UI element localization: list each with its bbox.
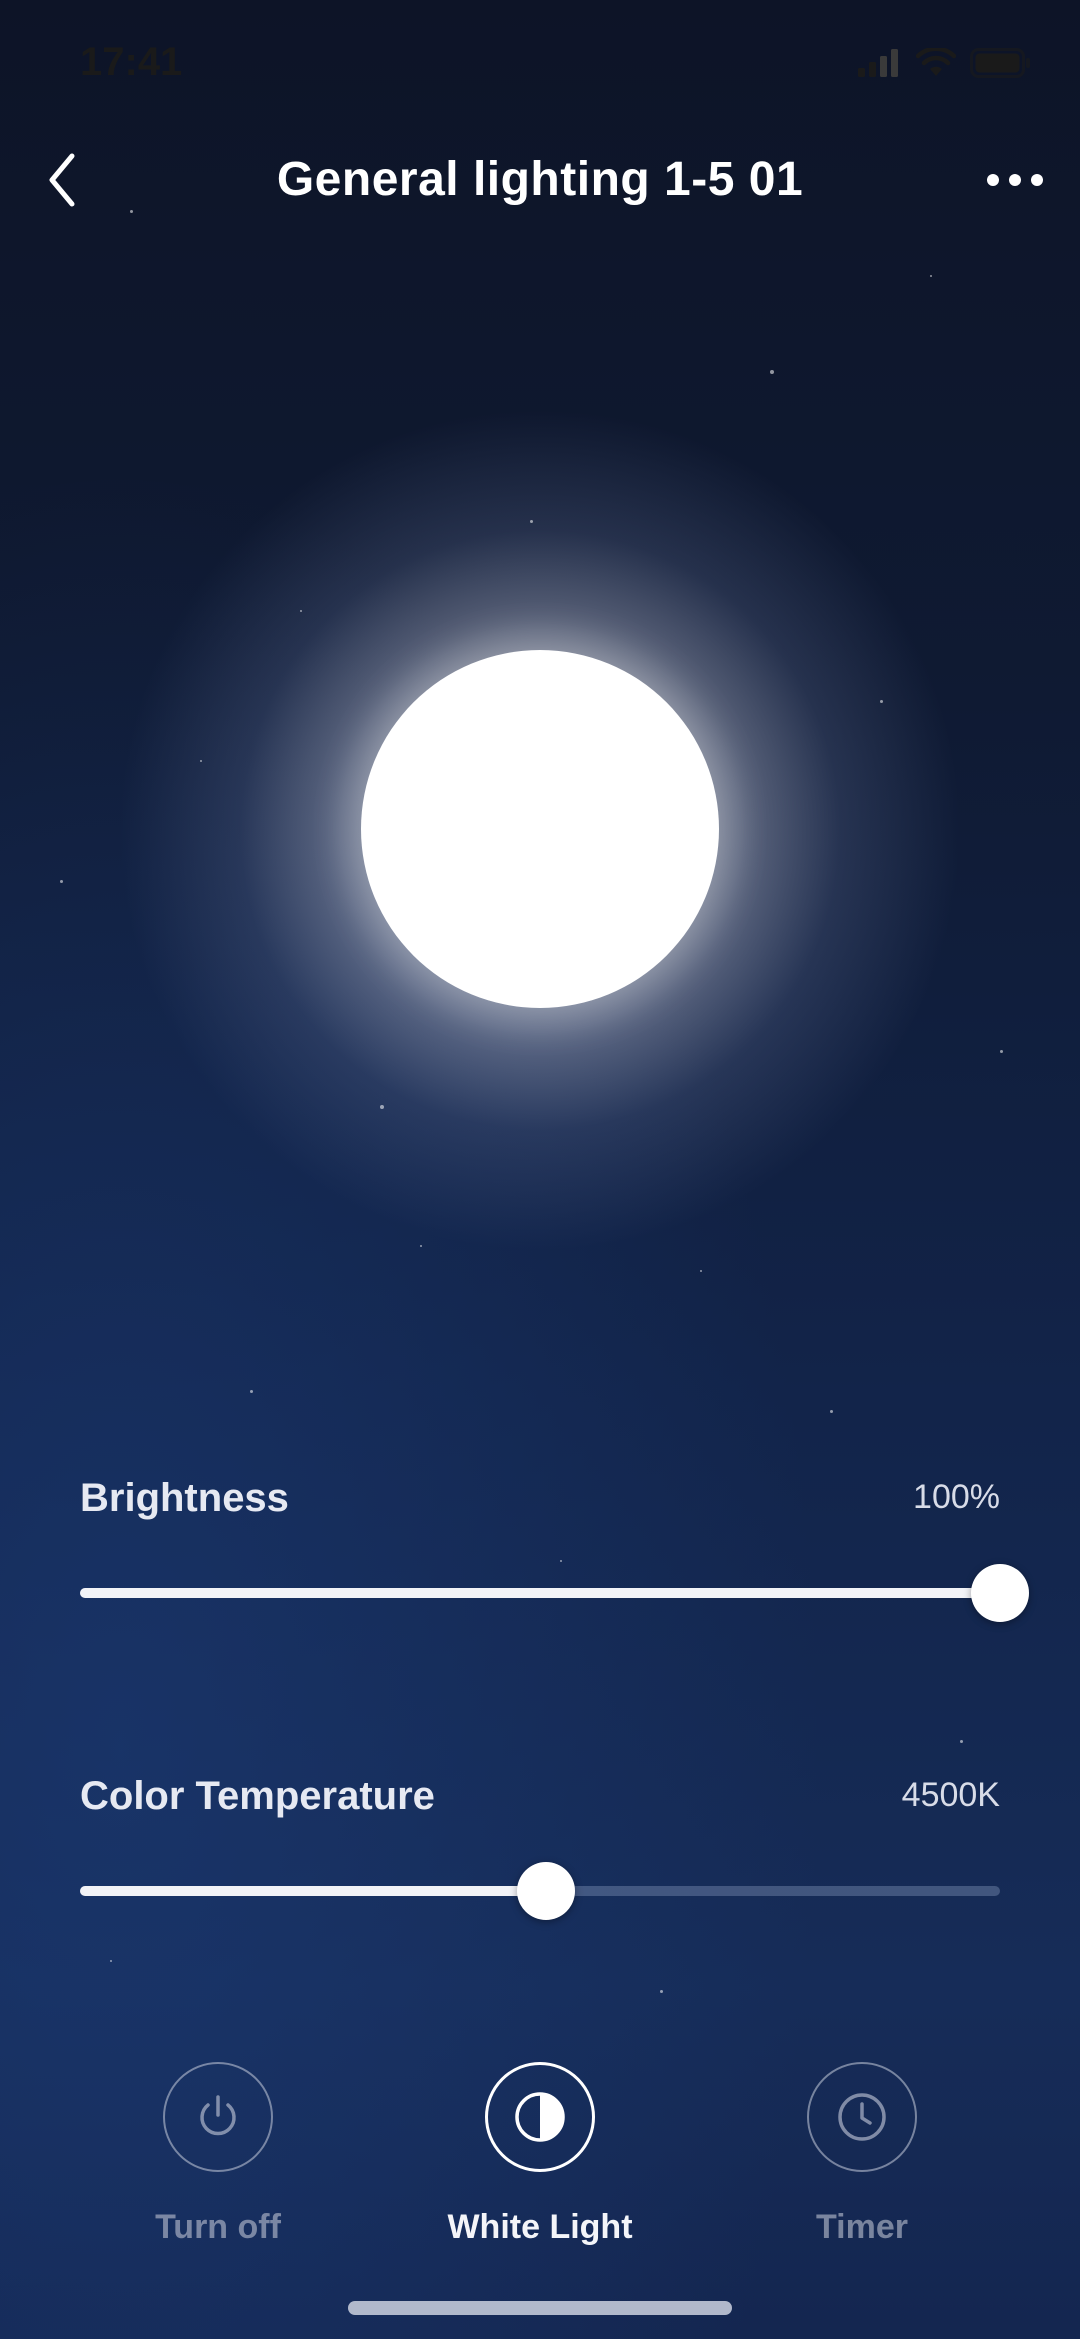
color-temperature-slider-fill xyxy=(80,1886,546,1896)
wifi-icon xyxy=(916,48,956,76)
home-indicator xyxy=(348,2301,732,2315)
timer-button[interactable]: Timer xyxy=(752,2062,972,2247)
status-bar: 17:41 xyxy=(0,0,1080,130)
navigation-header: General lighting 1-5 01 xyxy=(0,130,1080,230)
white-light-circle xyxy=(485,2062,595,2172)
brightness-label: Brightness xyxy=(80,1476,289,1520)
color-temperature-label: Color Temperature xyxy=(80,1774,435,1818)
color-temperature-slider-thumb[interactable] xyxy=(516,1862,575,1920)
clock-icon xyxy=(838,2093,886,2141)
brightness-value: 100% xyxy=(913,1478,1000,1516)
turn-off-label: Turn off xyxy=(155,2208,281,2246)
light-preview-orb xyxy=(361,650,719,1008)
white-light-button[interactable]: White Light xyxy=(430,2062,650,2247)
bottom-action-bar: Turn off White Light Timer xyxy=(0,2062,1080,2262)
half-circle-icon xyxy=(515,2092,565,2142)
brightness-slider-thumb[interactable] xyxy=(971,1564,1029,1622)
more-options-button[interactable] xyxy=(980,148,1050,212)
color-temperature-slider-track[interactable] xyxy=(80,1862,1000,1920)
status-time: 17:41 xyxy=(80,40,183,84)
cellular-signal-icon xyxy=(858,49,898,77)
status-icons xyxy=(858,48,1032,78)
more-dots-icon xyxy=(987,174,999,186)
white-light-label: White Light xyxy=(447,2208,633,2246)
brightness-slider-track[interactable] xyxy=(80,1564,1029,1622)
power-icon xyxy=(200,2095,236,2136)
turn-off-button[interactable]: Turn off xyxy=(108,2062,328,2247)
timer-circle xyxy=(807,2062,917,2172)
turn-off-circle xyxy=(163,2062,273,2172)
timer-label: Timer xyxy=(816,2208,908,2246)
brightness-slider-fill xyxy=(80,1588,1000,1598)
color-temperature-value: 4500K xyxy=(901,1776,1000,1814)
battery-icon xyxy=(970,48,1030,78)
page-title: General lighting 1-5 01 xyxy=(276,153,804,206)
